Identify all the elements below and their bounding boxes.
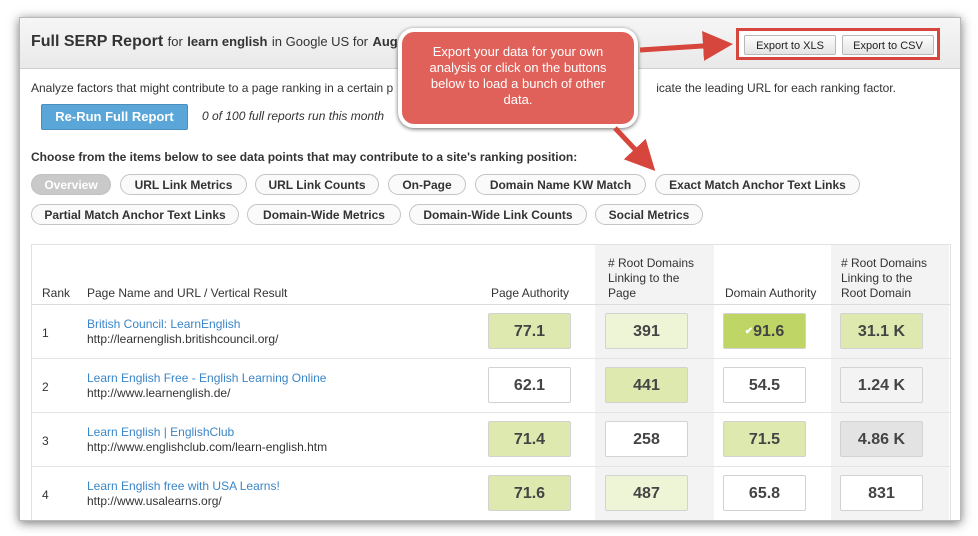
annotation-arrows bbox=[613, 30, 733, 171]
arrow-to-tabs bbox=[613, 126, 656, 171]
arrow-to-export bbox=[639, 30, 733, 61]
